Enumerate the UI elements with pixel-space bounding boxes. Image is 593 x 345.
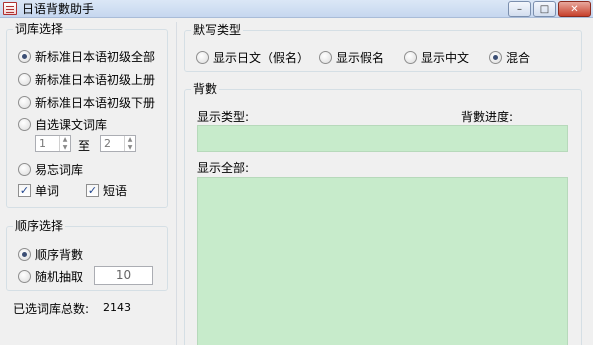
dictation-option-label: 显示日文（假名） [213, 50, 310, 65]
order-sequential[interactable]: 顺序背數 [18, 246, 83, 262]
range-to-label: 至 [78, 139, 91, 153]
lexicon-option-all[interactable]: 新标准日本语初级全部 [18, 48, 155, 64]
radio-icon[interactable] [18, 49, 31, 63]
forget-label: 易忘词库 [35, 162, 84, 177]
maximize-button[interactable]: □ [533, 1, 556, 17]
app-icon [3, 2, 17, 15]
lexicon-option-label: 新标准日本语初级下册 [35, 95, 156, 110]
radio-icon[interactable] [404, 50, 417, 64]
lexicon-group-title: 词库选择 [13, 22, 66, 36]
dictation-option-chinese[interactable]: 显示中文 [404, 49, 469, 65]
total-label: 已选词库总数: [13, 302, 90, 316]
checkmark-icon[interactable]: ✓ [86, 183, 99, 197]
panel-divider [176, 22, 177, 345]
spin-down-icon[interactable]: ▼ [125, 144, 135, 152]
radio-icon[interactable] [18, 72, 31, 86]
dictation-option-label: 混合 [506, 50, 531, 65]
word-checkbox[interactable]: ✓ 单词 [18, 182, 59, 198]
close-button[interactable]: ✕ [558, 1, 591, 17]
total-value: 2143 [103, 301, 131, 314]
dictation-option-label: 显示中文 [421, 50, 470, 65]
dictation-option-kana[interactable]: 显示假名 [319, 49, 384, 65]
radio-icon[interactable] [18, 162, 31, 176]
window-title: 日语背數助手 [22, 2, 95, 16]
phrase-label: 短语 [103, 183, 128, 198]
dictation-group-title: 默写类型 [191, 23, 244, 37]
progress-label: 背數进度: [461, 110, 514, 124]
display-all-panel [197, 177, 568, 345]
lexicon-option-book1[interactable]: 新标准日本语初级上册 [18, 71, 155, 87]
radio-icon[interactable] [196, 50, 209, 64]
radio-icon[interactable] [18, 269, 31, 283]
lexicon-option-book2[interactable]: 新标准日本语初级下册 [18, 94, 155, 110]
random-count-input[interactable]: 10 [94, 266, 153, 285]
recite-group-title: 背數 [191, 82, 220, 96]
range-from-stepper[interactable]: 1 ▲ ▼ [35, 135, 71, 152]
radio-icon[interactable] [489, 50, 502, 64]
random-label: 随机抽取 [35, 269, 84, 284]
display-all-label: 显示全部: [197, 161, 250, 175]
lexicon-option-forget[interactable]: 易忘词库 [18, 161, 83, 177]
minimize-button[interactable]: – [508, 1, 531, 17]
checkmark-icon[interactable]: ✓ [18, 183, 31, 197]
order-group-title: 顺序选择 [13, 219, 66, 233]
spin-up-icon[interactable]: ▲ [60, 136, 70, 144]
range-to-stepper[interactable]: 2 ▲ ▼ [100, 135, 136, 152]
phrase-checkbox[interactable]: ✓ 短语 [86, 182, 127, 198]
range-to-value[interactable]: 2 [101, 136, 124, 151]
lexicon-option-custom[interactable]: 自选课文词库 [18, 116, 107, 132]
display-type-label: 显示类型: [197, 110, 250, 124]
radio-icon[interactable] [18, 117, 31, 131]
radio-icon[interactable] [18, 95, 31, 109]
dictation-option-japanese[interactable]: 显示日文（假名） [196, 49, 309, 65]
spin-down-icon[interactable]: ▼ [60, 144, 70, 152]
dictation-option-mixed[interactable]: 混合 [489, 49, 530, 65]
dictation-option-label: 显示假名 [336, 50, 385, 65]
spin-up-icon[interactable]: ▲ [125, 136, 135, 144]
word-label: 单词 [35, 183, 60, 198]
lexicon-option-label: 新标准日本语初级上册 [35, 72, 156, 87]
display-type-panel [197, 125, 568, 152]
lexicon-option-label: 自选课文词库 [35, 117, 108, 132]
title-bar: 日语背數助手 – □ ✕ [0, 0, 593, 18]
lexicon-option-label: 新标准日本语初级全部 [35, 49, 156, 64]
order-random[interactable]: 随机抽取 [18, 268, 83, 284]
radio-icon[interactable] [18, 247, 31, 261]
range-from-value[interactable]: 1 [36, 136, 59, 151]
sequential-label: 顺序背數 [35, 247, 84, 262]
radio-icon[interactable] [319, 50, 332, 64]
